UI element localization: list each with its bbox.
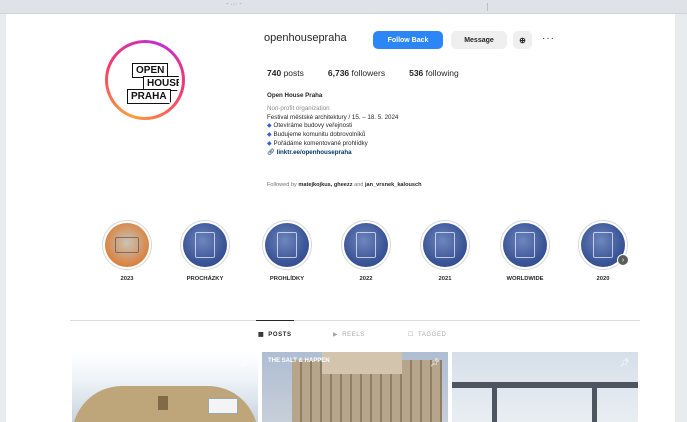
highlight-2022[interactable]: 2022 [336,220,396,282]
bio-line-festival: Festival městské architektury / 15. – 18… [267,113,399,121]
link-icon: 🔗︎ [267,148,275,156]
post-thumbnail[interactable]: THE SALT & HAPPEN 📌︎ [262,352,448,422]
following-label: following [425,68,459,78]
bio-line-3: ◆ Pořádáme komentované prohlídky [267,140,527,149]
logo-word-praha: PRAHA [127,89,171,104]
highlight-2023[interactable]: 2023 [97,220,157,282]
blue-diamond-icon: ◆ [267,139,272,147]
tab-tagged[interactable]: ☐ TAGGED [408,331,447,339]
blue-diamond-icon: ◆ [267,122,272,130]
bio-line-3-text: Pořádáme komentované prohlídky [273,139,368,147]
bio-line-2-text: Budujeme komunitu dobrovolníků [273,131,366,139]
bio-link[interactable]: linktr.ee/openhousepraha [277,149,352,156]
highlight-label: PROCHÁZKY [186,276,224,282]
blue-diamond-icon: ◆ [267,131,272,139]
highlight-label: 2022 [359,276,373,282]
post-overlay-text: THE SALT & HAPPEN [268,358,330,364]
followed-by-prefix: Followed by [267,182,297,188]
browser-tab-fragment: - ··· - [226,1,242,8]
highlight-prochazky[interactable]: PROCHÁZKY [175,220,235,282]
highlight-cover [105,223,149,267]
message-button[interactable]: Message [451,31,507,49]
followed-by-names: matejkojkus, gheezz [298,182,353,188]
profile-username: openhousepraha [264,32,347,44]
posts-count: 740 [267,68,282,78]
highlight-cover [503,223,547,267]
window-edge [675,14,687,422]
highlight-cover [423,223,467,267]
highlight-2021[interactable]: 2021 [415,220,475,282]
post-thumbnail[interactable]: 📌︎ [72,352,258,422]
profile-stats: 740 posts 6,736 followers 536 following [267,68,459,78]
posts-stat[interactable]: 740 posts [267,68,304,78]
highlight-2020[interactable]: › 2020 [573,220,633,282]
browser-divider [487,3,488,11]
pinned-icon: 📌︎ [429,358,440,367]
tab-reels[interactable]: ▶ REELS [333,331,365,339]
tab-posts[interactable]: ▦ POSTS [256,320,294,338]
highlight-label: WORLDWIDE [506,276,544,282]
tabs-divider [70,320,640,321]
followed-by-and: and [354,182,364,188]
bio-line-2: ◆ Budujeme komunitu dobrovolníků [267,131,527,140]
profile-avatar[interactable]: OPEN HOUSE PRAHA [105,40,185,120]
suggested-users-button[interactable]: ⊕ [513,31,532,49]
highlight-label: 2020 [596,276,610,282]
highlight-label: 2021 [438,276,452,282]
following-stat[interactable]: 536 following [409,68,459,78]
pinned-icon: 📌︎ [239,358,250,367]
grid-icon: ▦ [258,332,265,338]
bio-link-row[interactable]: 🔗︎ linktr.ee/openhousepraha [267,149,527,158]
following-count: 536 [409,68,424,78]
more-options-icon[interactable]: ··· [542,33,555,44]
bio-category: Non-profit organization [267,104,330,112]
highlight-cover [344,223,388,267]
profile-bio: Open House Praha Non-profit organization… [267,92,527,158]
add-user-icon: ⊕ [519,35,526,45]
highlight-label: PROHLÍDKY [269,276,305,282]
highlight-cover [183,223,227,267]
follow-back-button[interactable]: Follow Back [373,31,443,49]
post-thumbnail[interactable]: 📌︎ [452,352,638,422]
tab-reels-label: REELS [342,331,365,338]
followers-stat[interactable]: 6,736 followers [328,68,385,78]
highlight-label: 2023 [120,276,134,282]
pinned-icon: 📌︎ [619,358,630,367]
bio-line-1: ◆ Otevíráme budovy veřejnosti [267,122,527,131]
bio-name: Open House Praha [267,92,323,99]
highlight-worldwide[interactable]: WORLDWIDE [495,220,555,282]
tab-posts-label: POSTS [268,331,292,338]
followers-count: 6,736 [327,68,350,78]
reels-icon: ▶ [333,332,339,338]
highlight-next-icon[interactable]: › [617,254,629,266]
tab-tagged-label: TAGGED [417,331,447,338]
followed-by-last: jan_vrsnek_kalousch [364,182,422,188]
browser-top-strip: - ··· - [0,0,687,14]
tagged-icon: ☐ [408,332,414,338]
followed-by[interactable]: Followed by matejkojkus, gheezz and jan_… [267,182,422,188]
highlight-prohlidky[interactable]: PROHLÍDKY [257,220,317,282]
followers-label: followers [351,68,386,78]
open-house-logo: OPEN HOUSE PRAHA [111,46,179,114]
highlight-cover [265,223,309,267]
posts-label: posts [283,68,304,78]
bio-line-1-text: Otevíráme budovy veřejnosti [273,122,353,130]
